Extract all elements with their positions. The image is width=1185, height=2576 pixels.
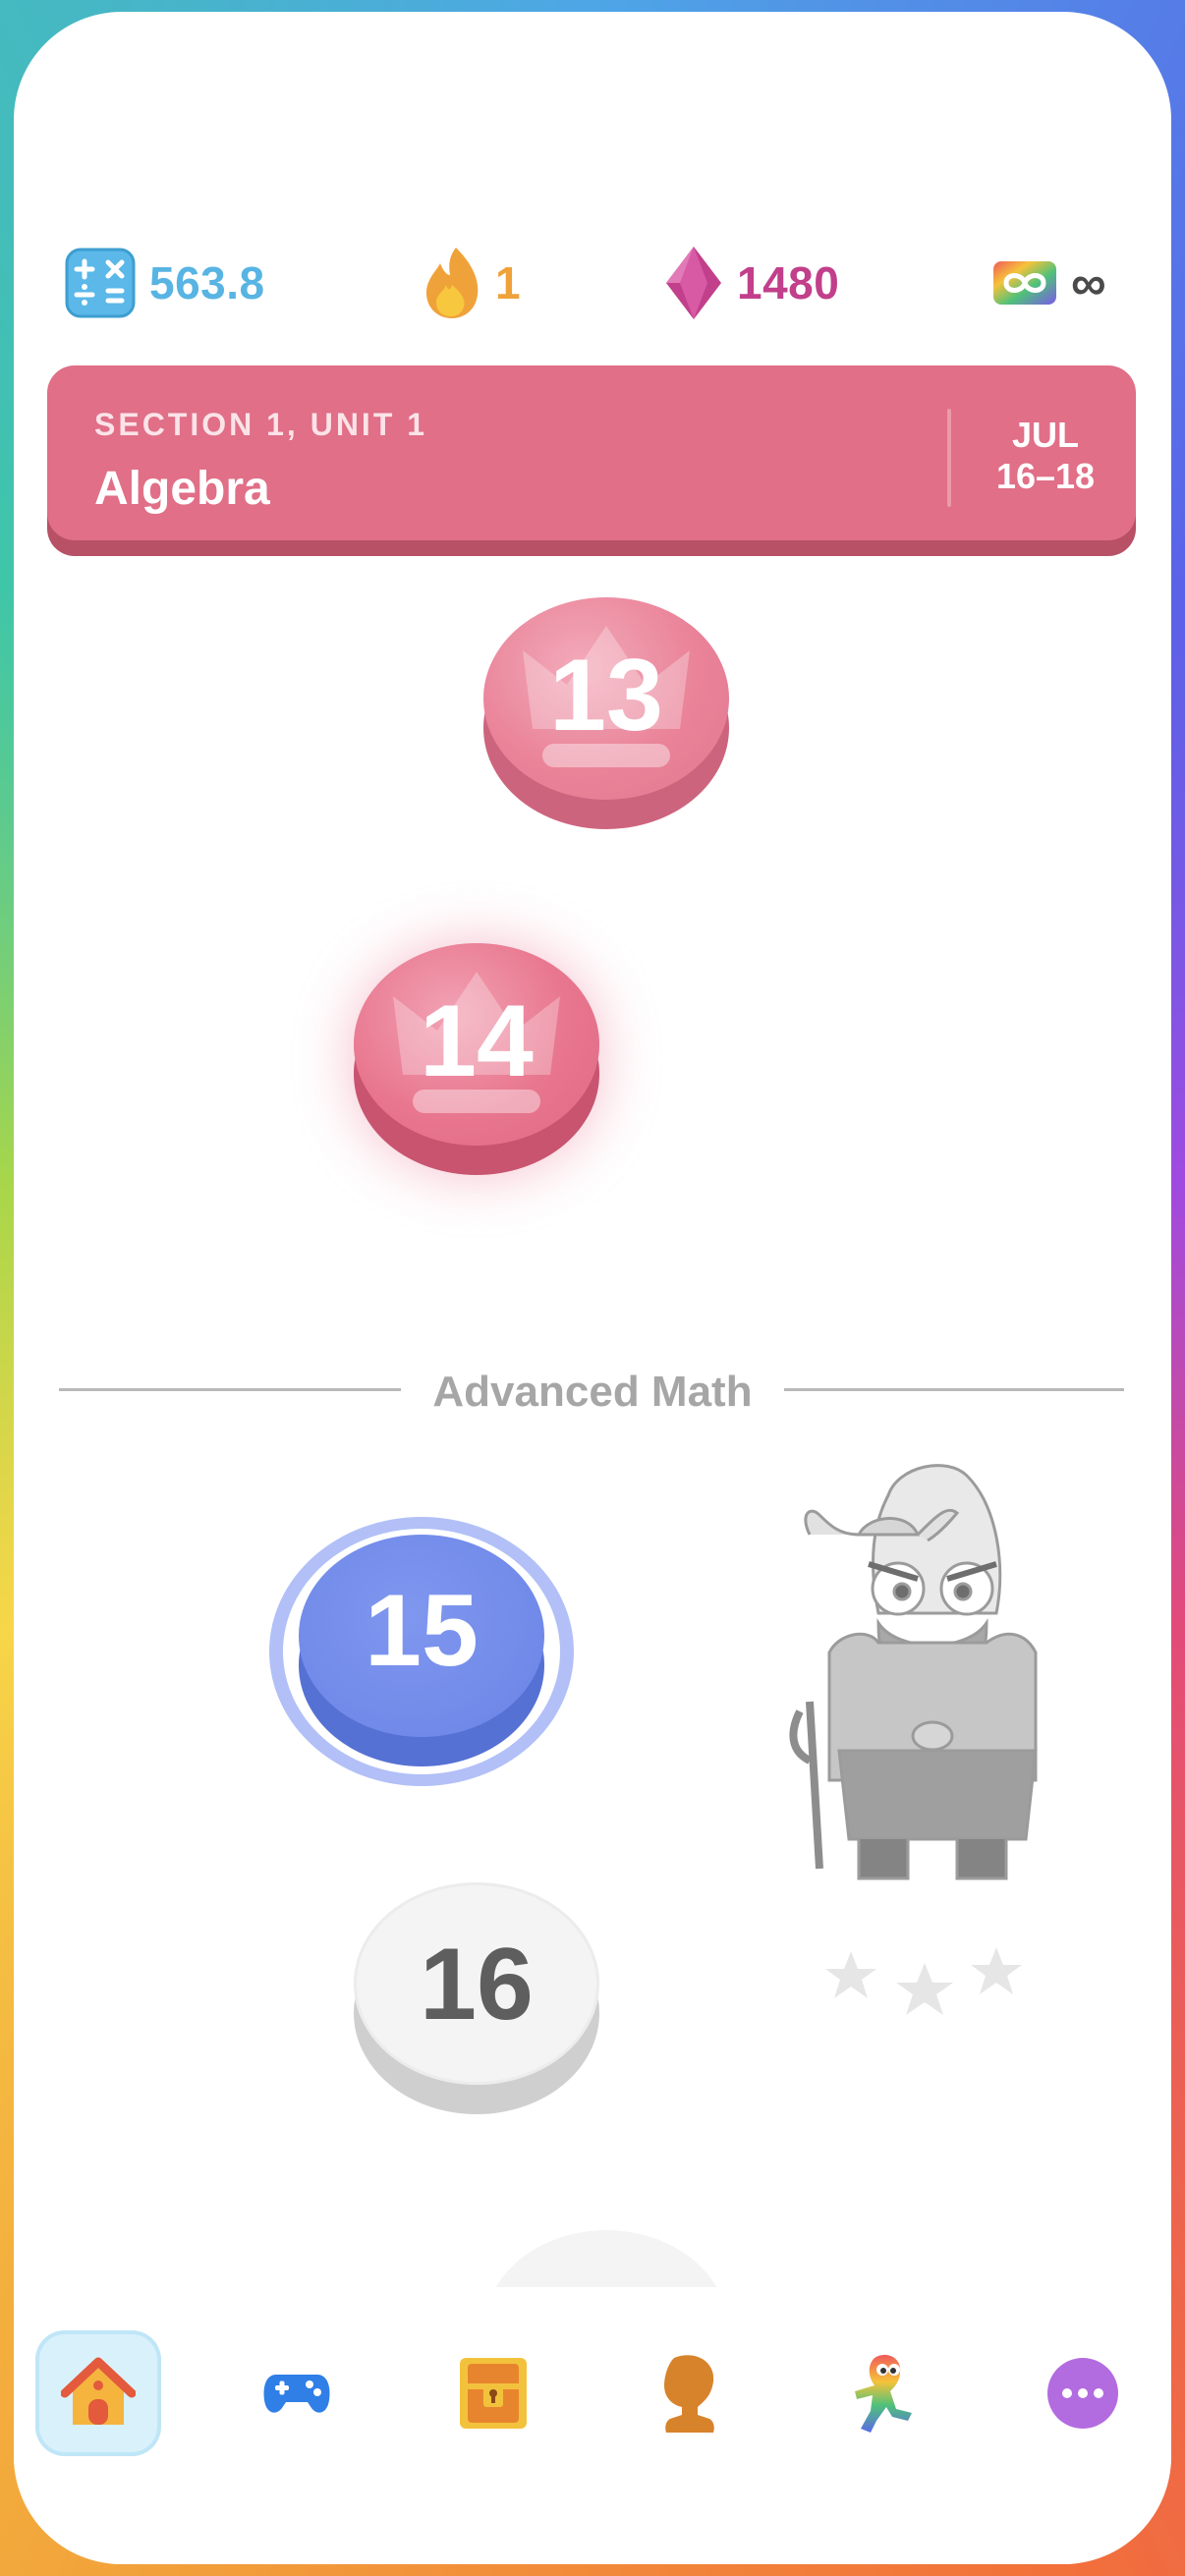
node-number: 13 [549, 639, 663, 753]
flame-icon [426, 248, 479, 318]
unit-section-label: SECTION 1, UNIT 1 [94, 407, 428, 442]
streak-value: 1 [495, 257, 522, 308]
gems-stat[interactable]: 1480 [664, 246, 839, 320]
star-icon [896, 1963, 953, 2015]
gamepad-icon [263, 2375, 330, 2413]
bottom-navigation-bar [14, 2287, 1171, 2564]
section-divider-line-left [59, 1388, 401, 1391]
unit-date: JUL 16–18 [961, 415, 1130, 497]
nav-chest-tab[interactable] [430, 2330, 556, 2456]
nav-characters-tab[interactable] [823, 2330, 949, 2456]
calculator-icon [65, 248, 136, 318]
star-icon [971, 1947, 1022, 1994]
house-icon [61, 2357, 136, 2425]
math-score-stat[interactable]: 563.8 [65, 246, 265, 320]
nav-games-tab[interactable] [234, 2330, 360, 2456]
nav-profile-tab[interactable] [627, 2330, 753, 2456]
node-number: 14 [420, 984, 534, 1098]
energy-stat[interactable]: ∞ [992, 246, 1106, 320]
unit-title: Algebra [94, 463, 270, 515]
math-score-value: 563.8 [149, 257, 265, 308]
unit-date-range: 16–18 [995, 456, 1096, 496]
gem-icon [666, 247, 721, 319]
profile-silhouette-icon [664, 2355, 714, 2433]
infinity-badge-icon [993, 261, 1056, 305]
nav-more-tab[interactable] [1020, 2330, 1146, 2456]
section-divider-line-right [784, 1388, 1124, 1391]
viking-character-icon[interactable] [770, 1456, 1085, 1908]
node-number: 16 [420, 1928, 534, 2042]
boss-stars-rating [825, 1947, 1022, 2015]
nav-home-tab[interactable] [35, 2330, 161, 2456]
star-icon [825, 1951, 876, 1998]
unit-date-month: JUL [1011, 415, 1079, 455]
more-icon [1047, 2358, 1118, 2429]
unit-header-card[interactable]: SECTION 1, UNIT 1 Algebra JUL 16–18 [47, 365, 1136, 540]
chest-icon [460, 2358, 527, 2429]
lesson-node-14[interactable]: 14 [354, 943, 599, 1179]
lesson-node-15-current[interactable]: 15 [269, 1517, 574, 1786]
lesson-node-16[interactable]: 16 [354, 1882, 599, 2118]
lesson-node-13[interactable]: 13 [483, 597, 729, 833]
energy-value: ∞ [1071, 255, 1107, 310]
app-screen: 563.8 1 1480 ∞ SECTION 1, UNIT 1 Algebra… [14, 12, 1171, 2564]
character-icon [855, 2354, 912, 2433]
node-number: 15 [365, 1574, 479, 1688]
section-divider-label: Advanced Math [432, 1368, 753, 1416]
streak-stat[interactable]: 1 [423, 246, 521, 320]
gems-value: 1480 [737, 257, 840, 308]
header-divider [947, 409, 951, 507]
